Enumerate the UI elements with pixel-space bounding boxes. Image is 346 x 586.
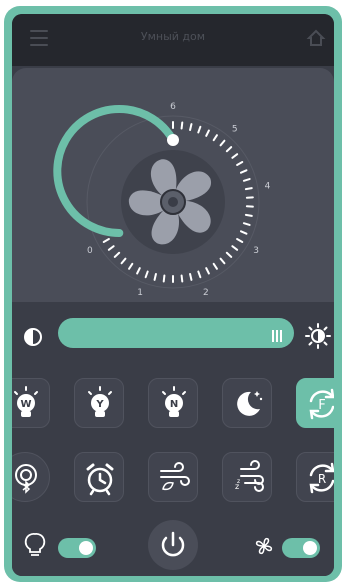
fan-small-icon [255, 537, 273, 555]
controls-panel: W Y N F z z R [12, 304, 334, 576]
fan-toggle-knob [303, 541, 317, 555]
dial-tick [244, 213, 253, 217]
dial-tick [231, 245, 239, 251]
cycle-f-icon: F [309, 388, 334, 420]
light-toggle[interactable] [58, 538, 96, 558]
app-screen: Умный дом 0 1 2 3 4 5 6 W Y N F z z R [12, 14, 334, 576]
dial-speed-label: 4 [265, 181, 271, 191]
wind-leaf-icon [160, 462, 190, 491]
dial-tick [225, 251, 233, 258]
mode-button-f[interactable]: F [296, 378, 334, 428]
dial-tick [128, 262, 134, 270]
mode-label-r: R [318, 472, 326, 486]
home-icon[interactable] [306, 28, 326, 48]
dial-tick [102, 238, 110, 243]
dial-tick [180, 274, 184, 283]
dial-tick [219, 139, 226, 147]
dial-tick [225, 146, 233, 153]
bluetooth-icon [15, 464, 37, 494]
moon-stars-icon [237, 391, 263, 416]
dial-speed-label: 0 [87, 246, 93, 256]
dial-tick [205, 129, 210, 137]
fan-hub-center [168, 197, 178, 207]
bottom-bar [12, 516, 334, 576]
lightbulb-icon [24, 533, 46, 556]
bulb-y-icon: Y [88, 386, 112, 417]
bluetooth-button[interactable] [12, 452, 50, 502]
mode-label-w: W [20, 399, 31, 410]
sun-icon [305, 323, 331, 349]
mode-button-n[interactable]: N [148, 378, 198, 428]
dial-tick [244, 187, 253, 191]
fan-speed-dial[interactable]: 0 1 2 3 4 5 6 [12, 68, 334, 302]
sleep-wind-button[interactable]: z z [222, 452, 272, 502]
dial-tick [212, 134, 218, 142]
reverse-button[interactable]: R [296, 452, 334, 502]
mode-button-w[interactable]: W [12, 378, 50, 428]
reverse-r-icon: R [309, 462, 334, 494]
dial-tick [236, 238, 244, 243]
wind-sleep-icon: z z [235, 460, 264, 492]
mode-button-night[interactable] [222, 378, 272, 428]
dial-tick [189, 123, 193, 131]
dial-tick [153, 273, 157, 281]
dial-knob[interactable] [167, 134, 179, 146]
power-icon [161, 531, 185, 557]
dial-speed-label: 5 [232, 124, 238, 134]
dial-tick [205, 267, 210, 275]
power-button[interactable] [148, 520, 198, 570]
natural-wind-button[interactable] [148, 452, 198, 502]
dial-tick [231, 153, 239, 159]
dial-tick [239, 230, 248, 235]
dial-tick [136, 267, 141, 275]
brightness-slider[interactable] [58, 318, 294, 348]
mode-label-n: N [170, 399, 178, 410]
fan-speed-panel: 0 1 2 3 4 5 6 [12, 68, 334, 302]
dial-tick [162, 274, 166, 283]
dial-speed-label: 2 [203, 288, 209, 298]
dial-tick [236, 161, 244, 166]
dial-tick [120, 257, 127, 265]
light-toggle-knob [79, 541, 93, 555]
dial-speed-label: 1 [137, 288, 143, 298]
dial-tick [197, 270, 202, 279]
dial-tick [144, 270, 149, 279]
mode-label-y: Y [95, 399, 104, 410]
mode-button-y[interactable]: Y [74, 378, 124, 428]
timer-button[interactable] [74, 452, 124, 502]
dial-tick [107, 245, 115, 251]
dial-tick [113, 251, 121, 258]
alarm-clock-icon [86, 463, 114, 496]
svg-text:z: z [237, 478, 240, 485]
bulb-w-icon: W [14, 386, 38, 417]
dial-tick [180, 121, 184, 130]
contrast-icon [24, 328, 42, 346]
dial-tick [242, 178, 251, 182]
dial-tick [242, 222, 251, 226]
dial-tick [239, 169, 248, 174]
bulb-n-icon: N [162, 386, 186, 417]
app-title: Умный дом [140, 30, 206, 43]
dial-tick [212, 262, 218, 270]
dial-tick [189, 273, 193, 281]
mode-label-f: F [318, 398, 325, 413]
dial-tick [197, 125, 202, 134]
dial-tick [219, 257, 226, 265]
top-bar: Умный дом [12, 14, 334, 66]
fan-toggle[interactable] [282, 538, 320, 558]
dial-speed-label: 6 [170, 102, 176, 112]
slider-grip-icon[interactable] [272, 327, 284, 342]
dial-speed-label: 3 [253, 246, 259, 256]
